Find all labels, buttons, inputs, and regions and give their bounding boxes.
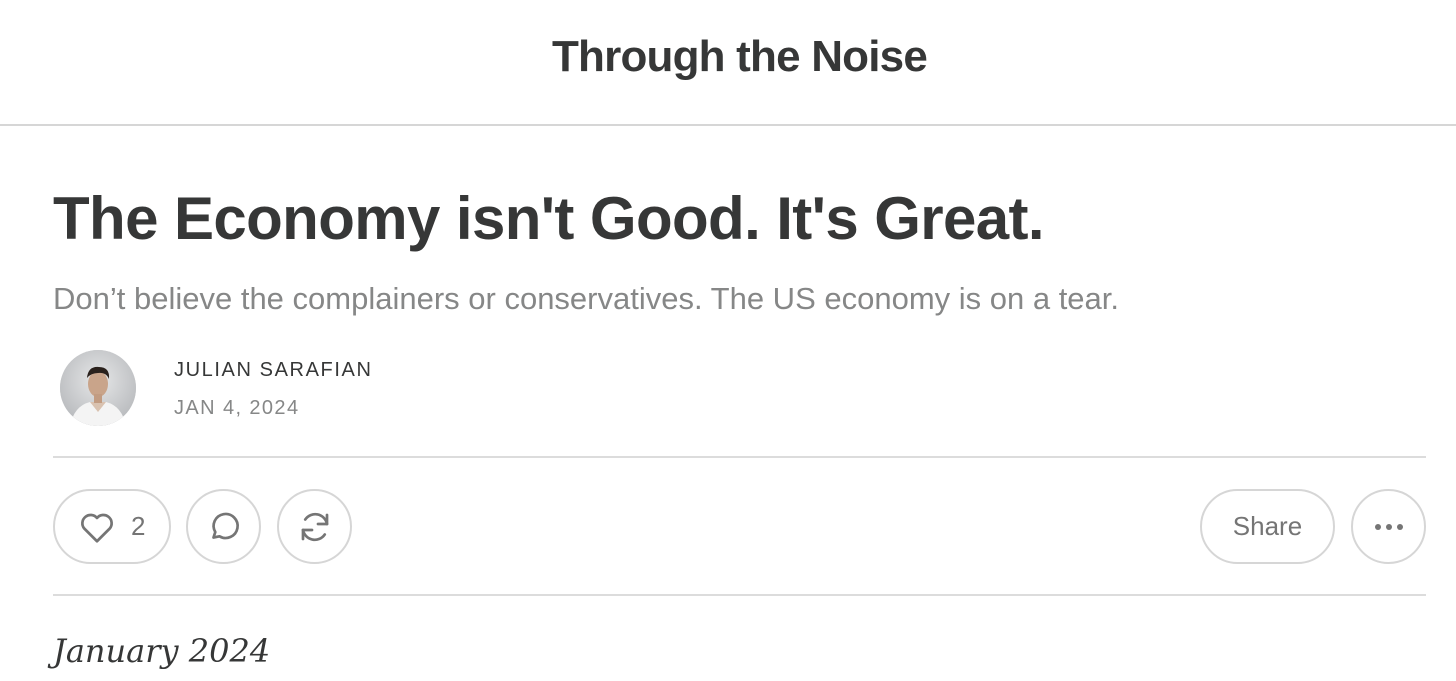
like-button[interactable]: 2 <box>53 489 171 564</box>
post-title: The Economy isn't Good. It's Great. <box>53 185 1045 252</box>
publication-title[interactable]: Through the Noise <box>0 32 1456 82</box>
comment-button[interactable] <box>186 489 261 564</box>
post-subtitle: Don’t believe the complainers or conserv… <box>53 281 1120 316</box>
body-first-line: January 2024 <box>53 632 271 670</box>
author-name[interactable]: JULIAN SARAFIAN <box>174 359 372 382</box>
author-avatar[interactable] <box>60 350 136 426</box>
more-options-button[interactable] <box>1351 489 1426 564</box>
like-count: 2 <box>131 511 146 541</box>
divider-bottom <box>53 594 1426 596</box>
post-date: JAN 4, 2024 <box>174 397 300 419</box>
ellipsis-icon <box>1373 523 1405 531</box>
heart-icon <box>79 510 115 544</box>
share-button[interactable]: Share <box>1200 489 1335 564</box>
divider-top <box>53 456 1426 458</box>
publication-header: Through the Noise <box>0 0 1456 126</box>
restack-button[interactable] <box>277 489 352 564</box>
refresh-arrows-icon <box>297 509 333 545</box>
speech-bubble-icon <box>206 509 242 545</box>
